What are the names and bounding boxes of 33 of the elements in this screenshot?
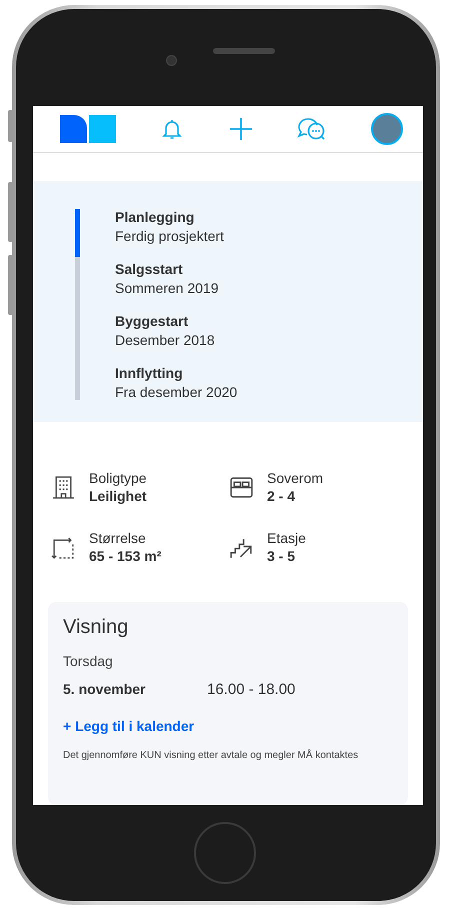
fact-label: Soverom: [267, 470, 324, 486]
step-detail: Sommeren 2019: [115, 280, 220, 296]
fact-value: 65 - 153 m²: [89, 548, 162, 564]
step-detail: Ferdig prosjektert: [115, 228, 225, 244]
step-detail: Desember 2018: [115, 332, 216, 348]
step-detail: Fra desember 2020: [115, 384, 238, 400]
building-icon: [51, 474, 76, 500]
bell-icon[interactable]: [160, 117, 184, 141]
fact-label: Etasje: [267, 530, 306, 546]
viewing-time: 16.00 - 18.00: [207, 681, 296, 698]
viewing-title: Visning: [63, 616, 130, 639]
step-title: Salgsstart: [115, 261, 184, 277]
bed-icon: [229, 474, 254, 500]
add-to-calendar-link[interactable]: + Legg til i kalender: [63, 718, 194, 734]
chat-icon[interactable]: [296, 117, 327, 141]
plus-icon[interactable]: [228, 117, 252, 141]
fact-value: 2 - 4: [267, 488, 296, 504]
step-title: Byggestart: [115, 313, 190, 329]
fact-value: 3 - 5: [267, 548, 296, 564]
home-button[interactable]: [194, 822, 256, 884]
logo-icon: [60, 115, 116, 143]
fact-value: Leilighet: [89, 488, 147, 504]
fact-label: Størrelse: [89, 530, 147, 546]
fact-label: Boligtype: [89, 470, 147, 486]
step-title: Planlegging: [115, 209, 196, 225]
area-icon: [51, 534, 76, 560]
speaker-grille: [213, 48, 275, 54]
viewing-note: Det gjennomføre KUN visning etter avtale og megler MÅ kontaktes: [63, 750, 360, 761]
viewing-day: Torsdag: [63, 653, 393, 669]
avatar[interactable]: [371, 113, 403, 145]
camera-icon: [166, 55, 177, 66]
step-title: Innflytting: [115, 365, 184, 381]
viewing-date: 5. november: [63, 681, 146, 698]
